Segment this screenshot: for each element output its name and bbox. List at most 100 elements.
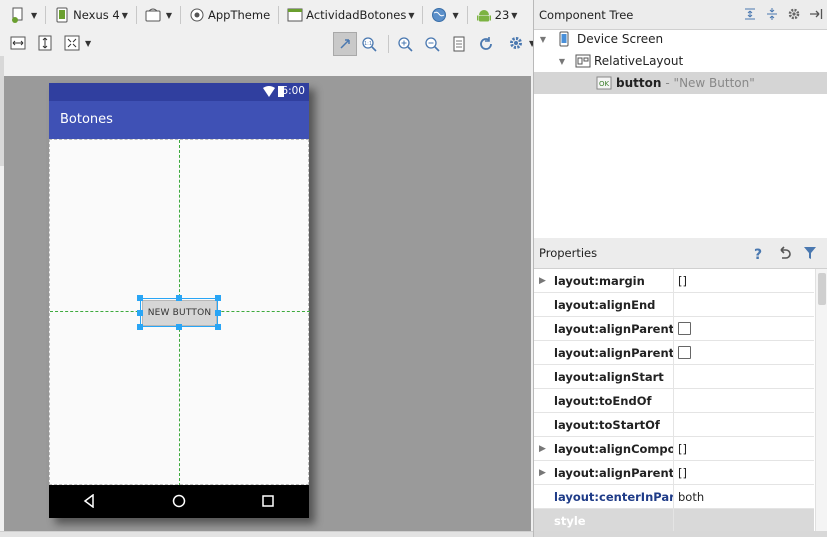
property-value[interactable]: [] xyxy=(674,269,814,293)
zoom-in-button[interactable] xyxy=(393,33,420,55)
property-name: layout:toEndOf xyxy=(534,388,674,413)
property-checkbox[interactable] xyxy=(678,322,691,335)
property-row[interactable]: ▶ layout:alignComponent [] xyxy=(534,436,814,461)
designer-toolbar: ▼ Nexus 4 ▼ ▼ AppTheme ActividadBotones … xyxy=(0,0,533,30)
refresh-icon xyxy=(478,36,494,52)
locale-dropdown[interactable]: ▼ xyxy=(427,4,462,26)
property-name-text: layout:alignEnd xyxy=(554,297,656,312)
properties-panel: Properties ? ▶ layout:margin [] layout:alig… xyxy=(534,238,827,537)
designer-settings-button[interactable]: ▼ xyxy=(508,32,535,54)
property-name-text: layout:alignParentStart xyxy=(554,345,674,360)
expand-triangle-icon[interactable]: ▼ xyxy=(557,57,567,66)
property-checkbox[interactable] xyxy=(678,346,691,359)
device-icon xyxy=(54,7,70,23)
property-row[interactable]: ▶ layout:alignParent [] xyxy=(534,460,814,485)
resize-handle-right[interactable] xyxy=(215,310,221,316)
expand-triangle-icon[interactable]: ▶ xyxy=(539,437,546,461)
recents-icon xyxy=(261,494,275,508)
design-canvas[interactable]: 6:00 Botones NEW BUTTON xyxy=(4,76,531,531)
property-value[interactable] xyxy=(674,317,814,341)
property-value[interactable]: [] xyxy=(674,461,814,485)
designer-horizontal-scrollbar[interactable] xyxy=(0,531,533,537)
resize-handle-top[interactable] xyxy=(176,295,182,301)
tree-item-relative-layout[interactable]: ▼ RelativeLayout xyxy=(534,50,827,72)
property-value[interactable]: both xyxy=(674,485,814,509)
component-tree-header: Component Tree xyxy=(534,0,827,30)
property-name-text: layout:margin xyxy=(554,273,645,288)
relative-layout-preview[interactable]: NEW BUTTON xyxy=(49,139,310,486)
collapse-all-icon[interactable] xyxy=(765,7,779,21)
property-value-text: both xyxy=(678,489,705,504)
property-value[interactable] xyxy=(674,293,814,317)
property-row[interactable]: layout:toStartOf xyxy=(534,412,814,437)
tree-item-button[interactable]: OK button - "New Button" xyxy=(534,72,827,94)
resize-handle-top-left[interactable] xyxy=(137,295,143,301)
property-row[interactable]: layout:alignParentEnd xyxy=(534,316,814,341)
theme-dropdown[interactable]: AppTheme xyxy=(185,4,274,26)
property-name-text: layout:toStartOf xyxy=(554,417,660,432)
property-row[interactable]: layout:alignStart xyxy=(534,364,814,389)
property-name-text: style xyxy=(554,513,586,528)
activity-dropdown[interactable]: ActividadBotones ▼ xyxy=(283,4,418,26)
api-label: 23 xyxy=(494,8,510,22)
expand-horizontal-button[interactable] xyxy=(6,32,33,54)
expand-vertical-button[interactable] xyxy=(33,32,60,54)
property-row[interactable]: layout:toEndOf xyxy=(534,388,814,413)
filter-icon[interactable] xyxy=(803,246,817,260)
resize-handle-bottom-left[interactable] xyxy=(137,324,143,330)
property-name-text: layout:toEndOf xyxy=(554,393,652,408)
property-value[interactable] xyxy=(674,413,814,437)
expand-triangle-icon[interactable]: ▶ xyxy=(539,461,546,485)
page-button[interactable] xyxy=(447,33,474,55)
actual-size-button[interactable]: 1:1 xyxy=(357,33,384,55)
property-name: layout:alignStart xyxy=(534,364,674,389)
component-tree-title: Component Tree xyxy=(539,7,634,22)
refresh-button[interactable] xyxy=(474,33,501,55)
zoom-fit-dropdown[interactable]: ▼ xyxy=(60,32,95,54)
property-name: ▶ layout:margin xyxy=(534,268,674,293)
property-row[interactable]: layout:alignEnd xyxy=(534,292,814,317)
property-row[interactable]: style xyxy=(534,508,814,533)
android-icon xyxy=(476,7,492,23)
help-icon[interactable]: ? xyxy=(751,246,765,263)
restore-default-icon[interactable] xyxy=(777,246,791,260)
svg-text:?: ? xyxy=(754,247,762,260)
tree-item-label: button xyxy=(616,76,662,90)
device-dropdown[interactable]: Nexus 4 ▼ xyxy=(50,4,132,26)
locale-icon xyxy=(431,7,447,23)
property-value[interactable]: [] xyxy=(674,437,814,461)
pan-toggle[interactable] xyxy=(333,32,357,56)
actual-size-icon: 1:1 xyxy=(361,36,377,52)
activity-label: ActividadBotones xyxy=(306,8,407,22)
hide-panel-icon[interactable] xyxy=(809,7,823,21)
expand-horizontal-icon xyxy=(10,35,26,51)
new-layout-dropdown[interactable]: ▼ xyxy=(6,4,41,26)
resize-handle-bottom-right[interactable] xyxy=(215,324,221,330)
property-row[interactable]: layout:centerInParent both xyxy=(534,484,814,509)
tree-item-label: RelativeLayout xyxy=(594,54,684,68)
gear-icon[interactable] xyxy=(787,7,801,21)
api-dropdown[interactable]: 23 ▼ xyxy=(472,4,522,26)
scrollbar-thumb[interactable] xyxy=(818,273,826,305)
resize-handle-left[interactable] xyxy=(137,310,143,316)
property-name: ▶ layout:alignParent xyxy=(534,460,674,485)
expand-triangle-icon[interactable]: ▶ xyxy=(539,269,546,293)
property-row[interactable]: layout:alignParentStart xyxy=(534,340,814,365)
property-row[interactable]: ▶ layout:margin [] xyxy=(534,268,814,293)
property-value[interactable] xyxy=(674,365,814,389)
resize-handle-bottom[interactable] xyxy=(176,324,182,330)
tree-item-device-screen[interactable]: ▼ Device Screen xyxy=(534,28,827,50)
property-name-text: layout:alignComponent xyxy=(554,441,673,456)
properties-scrollbar[interactable] xyxy=(815,269,827,537)
property-value[interactable] xyxy=(674,389,814,413)
zoom-out-button[interactable] xyxy=(420,33,447,55)
property-value[interactable] xyxy=(674,341,814,365)
bottom-status-strip xyxy=(534,531,827,537)
theme-icon xyxy=(189,7,205,23)
expand-all-icon[interactable] xyxy=(743,7,757,21)
resize-handle-top-right[interactable] xyxy=(215,295,221,301)
property-value[interactable] xyxy=(674,509,814,533)
zoom-out-icon xyxy=(424,36,440,52)
orientation-dropdown[interactable]: ▼ xyxy=(141,4,176,26)
expand-triangle-icon[interactable]: ▼ xyxy=(538,35,548,44)
